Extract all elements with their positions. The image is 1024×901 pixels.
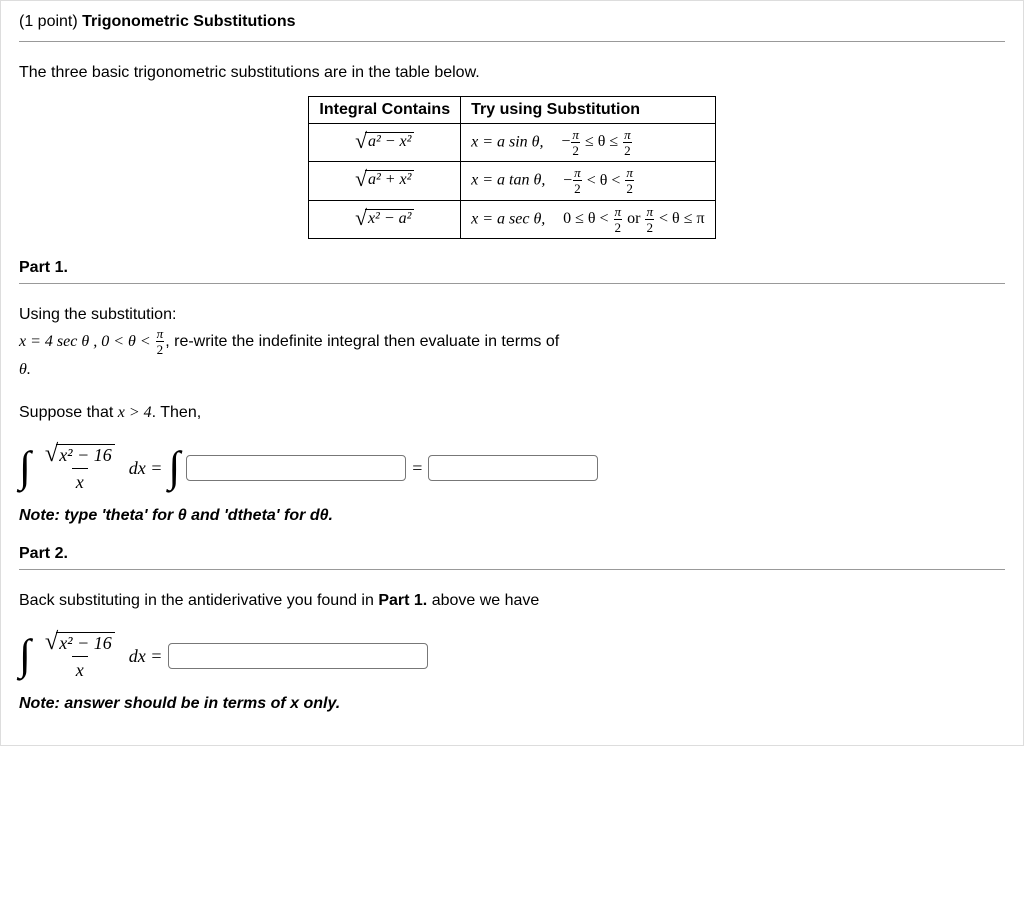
table-row: √a² + x² x = a tan θ, −π2 < θ < π2 xyxy=(309,162,715,200)
sub-eq: x = a sec θ, xyxy=(471,210,545,227)
integral-icon: ∫ xyxy=(168,451,180,486)
integrand-fraction: √x² − 16 x xyxy=(41,632,119,681)
part1-note: Note: type 'theta' for θ and 'dtheta' fo… xyxy=(19,507,1005,525)
divider xyxy=(19,41,1005,42)
sqrt-expr: √a² − x² xyxy=(355,132,414,151)
sqrt-expr: √a² + x² xyxy=(355,170,414,189)
integral-icon: ∫ xyxy=(19,451,31,486)
table-row: √a² − x² x = a sin θ, −π2 ≤ θ ≤ π2 xyxy=(309,124,715,162)
part1-label: Part 1. xyxy=(19,259,1005,277)
range: 0 ≤ θ < π2 or π2 < θ ≤ π xyxy=(563,210,705,227)
answer-input-2[interactable] xyxy=(168,643,428,669)
divider xyxy=(19,283,1005,284)
problem-title: Trigonometric Substitutions xyxy=(82,13,295,30)
part2-label: Part 2. xyxy=(19,545,1005,563)
range: −π2 < θ < π2 xyxy=(563,172,635,189)
sqrt-expr: √x² − a² xyxy=(355,209,414,228)
part1-equation: ∫ √x² − 16 x dx = ∫ = xyxy=(19,444,1005,493)
answer-input-1b[interactable] xyxy=(428,455,598,481)
sub-eq: x = a sin θ, xyxy=(471,133,543,150)
integral-icon: ∫ xyxy=(19,639,31,674)
table-header-col2: Try using Substitution xyxy=(461,97,715,124)
problem-container: (1 point) Trigonometric Substitutions Th… xyxy=(0,0,1024,746)
integrand-fraction: √x² − 16 x xyxy=(41,444,119,493)
table-row: √x² − a² x = a sec θ, 0 ≤ θ < π2 or π2 <… xyxy=(309,200,715,238)
divider xyxy=(19,569,1005,570)
part1-suppose: Suppose that x > 4. Then, xyxy=(19,400,1005,426)
sub-eq: x = a tan θ, xyxy=(471,172,545,189)
part2-equation: ∫ √x² − 16 x dx = xyxy=(19,632,1005,681)
table-header-col1: Integral Contains xyxy=(309,97,461,124)
problem-header: (1 point) Trigonometric Substitutions xyxy=(19,13,1005,31)
points-label: (1 point) xyxy=(19,13,78,30)
intro-text: The three basic trigonometric substituti… xyxy=(19,64,1005,82)
answer-input-1a[interactable] xyxy=(186,455,406,481)
part1-desc: Using the substitution: x = 4 sec θ , 0 … xyxy=(19,302,1005,382)
substitution-table: Integral Contains Try using Substitution… xyxy=(308,96,715,239)
part2-desc: Back substituting in the antiderivative … xyxy=(19,588,1005,614)
part2-note: Note: answer should be in terms of x onl… xyxy=(19,695,1005,713)
range: −π2 ≤ θ ≤ π2 xyxy=(561,133,632,150)
